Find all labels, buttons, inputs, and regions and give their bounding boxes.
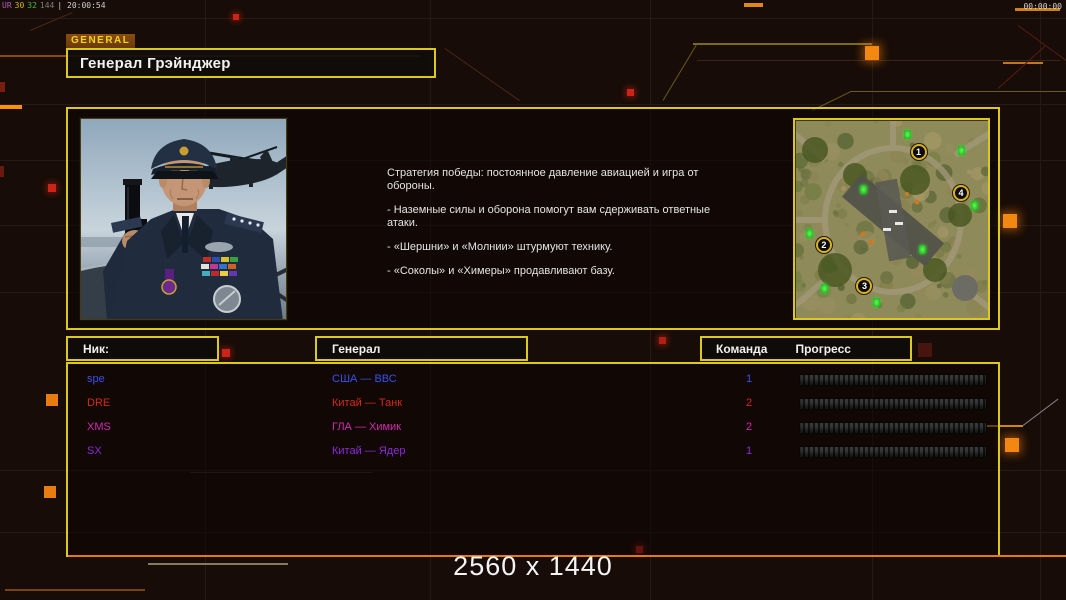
player-row: spe США — ВВС 1 [68, 368, 998, 392]
player-row: XMS ГЛА — Химик 2 [68, 416, 998, 440]
general-name: Генерал Грэйнджер [80, 54, 231, 72]
briefing-panel: Стратегия победы: постоянное давление ав… [66, 107, 1000, 330]
general-column-header: Генерал [315, 336, 528, 361]
player-team: 1 [745, 373, 753, 385]
player-nick: spe [87, 373, 105, 385]
strategy-briefing: Стратегия победы: постоянное давление ав… [387, 167, 723, 289]
team-progress-column-header: Команда Прогресс [700, 336, 912, 361]
debug-part: 32 [27, 1, 37, 10]
map-start-position-2: 2 [815, 236, 832, 253]
briefing-line: Стратегия победы: постоянное давление ав… [387, 167, 699, 192]
player-nick: SX [87, 445, 102, 457]
debug-part: 30 [14, 1, 25, 10]
player-row: SX Китай — Ядер 1 [68, 440, 998, 464]
player-general: Китай — Танк [332, 397, 403, 409]
player-team: 2 [745, 421, 753, 433]
player-team: 1 [745, 445, 753, 457]
nick-header-label: Ник: [83, 341, 110, 356]
match-timer: 00:00:00 [1023, 2, 1062, 11]
progress-header-label: Прогресс [795, 341, 851, 356]
debug-part: UR [2, 1, 12, 10]
player-rows: spe США — ВВС 1 DRE Китай — Танк 2 XMS ГЛА — Хи… [68, 364, 998, 555]
player-general: Китай — Ядер [332, 445, 406, 457]
portrait-illustration [81, 119, 286, 319]
map-supply-marker [971, 201, 979, 211]
team-header-label: Команда [716, 341, 768, 356]
resolution-label: 2560 x 1440 [453, 551, 613, 581]
general-portrait [79, 117, 288, 321]
player-team: 2 [745, 397, 753, 409]
general-header-label: Генерал [332, 341, 381, 356]
map-supply-marker [957, 145, 965, 155]
debug-part: | 20:00:54 [57, 1, 106, 10]
briefing-line: - Наземные силы и оборона помогут вам сд… [387, 204, 711, 229]
player-progress-bar [799, 422, 987, 434]
map-supply-marker [805, 228, 813, 238]
map-supply-marker [903, 129, 911, 139]
briefing-line: - «Соколы» и «Химеры» продавливают базу. [387, 265, 615, 277]
debug-part: 144 [39, 1, 55, 10]
nick-column-header: Ник: [66, 336, 219, 361]
player-nick: DRE [87, 397, 111, 409]
player-progress-bar [799, 374, 987, 386]
briefing-line: - «Шершни» и «Молнии» штурмуют технику. [387, 241, 613, 253]
players-panel: spe США — ВВС 1 DRE Китай — Танк 2 XMS ГЛА — Хи… [66, 362, 1000, 557]
map-preview: 1423 [793, 118, 990, 320]
player-nick: XMS [87, 421, 111, 433]
player-general: ГЛА — Химик [332, 421, 402, 433]
player-row: DRE Китай — Танк 2 [68, 392, 998, 416]
map-supply-marker [919, 244, 927, 254]
player-general: США — ВВС [332, 373, 397, 385]
map-supply-marker [820, 284, 828, 294]
debug-overlay: UR 30 32 144 | 20:00:54 [2, 1, 109, 10]
general-title-box: Генерал Грэйнджер [66, 48, 436, 78]
player-progress-bar [799, 398, 987, 410]
map-supply-marker [859, 185, 867, 195]
general-tab-label: GENERAL [66, 34, 136, 48]
map-start-position-1: 1 [910, 143, 927, 160]
player-progress-bar [799, 446, 987, 458]
map-supply-marker [873, 298, 881, 308]
